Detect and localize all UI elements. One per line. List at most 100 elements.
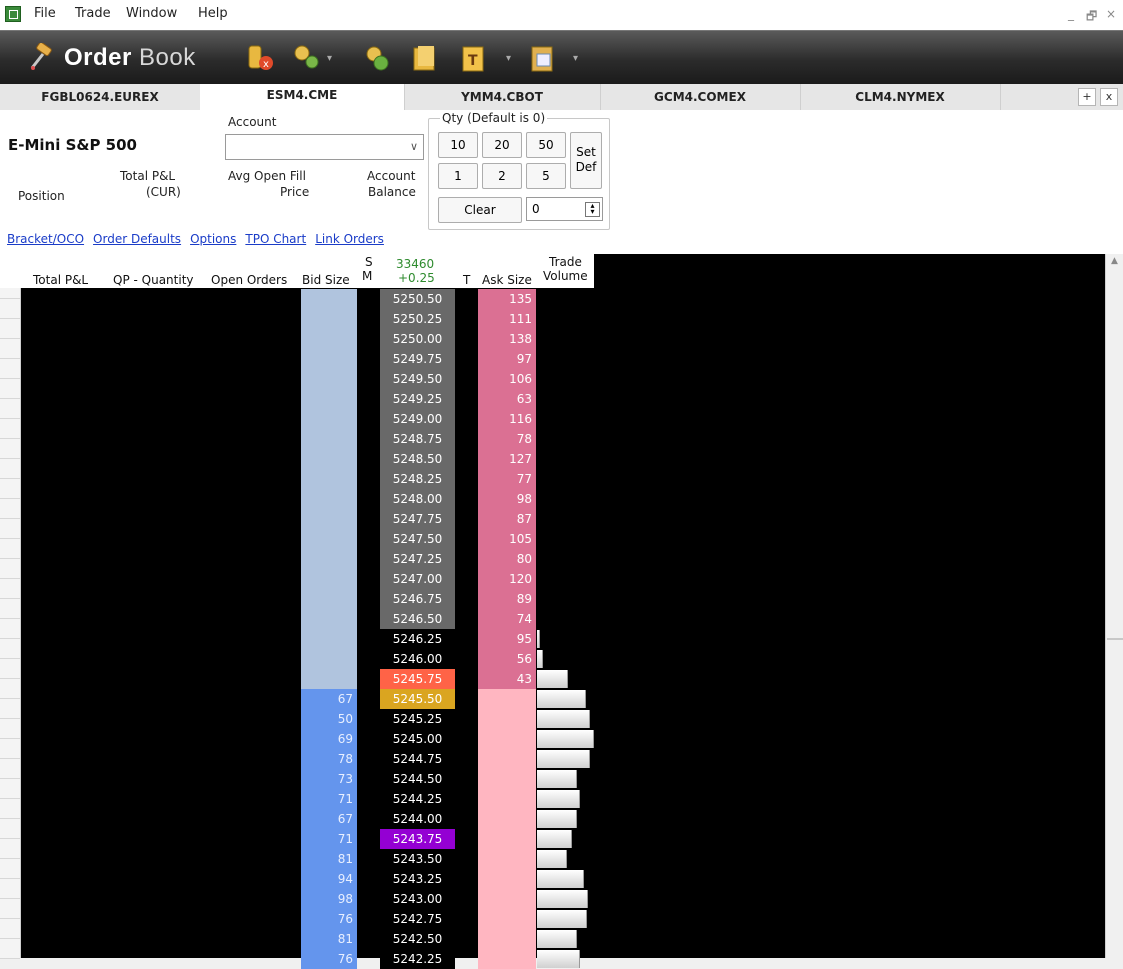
bid-size-cell[interactable]	[301, 409, 357, 429]
price-cell[interactable]: 5243.25	[380, 869, 455, 889]
price-cell[interactable]: 5249.00	[380, 409, 455, 429]
bid-size-cell[interactable]	[301, 529, 357, 549]
price-cell[interactable]: 5246.50	[380, 609, 455, 629]
bid-size-cell[interactable]: 78	[301, 749, 357, 769]
bid-size-cell[interactable]	[301, 349, 357, 369]
price-cell[interactable]: 5243.00	[380, 889, 455, 909]
order-defaults-link[interactable]: Order Defaults	[93, 232, 181, 246]
price-cell[interactable]: 5243.75	[380, 829, 455, 849]
tab-esm4-cme[interactable]: ESM4.CME	[200, 84, 405, 111]
menu-help[interactable]: Help	[198, 6, 228, 21]
ask-size-cell[interactable]: 87	[478, 509, 536, 529]
cancel-orders-icon[interactable]: x	[246, 43, 276, 73]
clipboard-dropdown-icon[interactable]: ▾	[573, 53, 578, 64]
ask-size-cell[interactable]: 111	[478, 309, 536, 329]
ask-size-cell[interactable]: 120	[478, 569, 536, 589]
ask-size-cell[interactable]	[478, 949, 536, 969]
ask-size-cell[interactable]	[478, 749, 536, 769]
ask-size-cell[interactable]	[478, 729, 536, 749]
price-cell[interactable]: 5247.50	[380, 529, 455, 549]
set-default-button[interactable]: Set Def	[570, 132, 602, 189]
ask-size-cell[interactable]	[478, 889, 536, 909]
price-cell[interactable]: 5249.25	[380, 389, 455, 409]
price-cell[interactable]: 5242.25	[380, 949, 455, 969]
ask-size-cell[interactable]	[478, 809, 536, 829]
price-cell[interactable]: 5243.50	[380, 849, 455, 869]
ask-size-cell[interactable]: 43	[478, 669, 536, 689]
price-cell[interactable]: 5247.75	[380, 509, 455, 529]
tpo-chart-link[interactable]: TPO Chart	[245, 232, 306, 246]
ask-size-cell[interactable]	[478, 929, 536, 949]
bid-size-cell[interactable]: 67	[301, 809, 357, 829]
ask-size-cell[interactable]: 63	[478, 389, 536, 409]
bid-size-cell[interactable]: 67	[301, 689, 357, 709]
price-cell[interactable]: 5242.50	[380, 929, 455, 949]
ask-size-cell[interactable]: 77	[478, 469, 536, 489]
price-cell[interactable]: 5248.00	[380, 489, 455, 509]
price-cell[interactable]: 5248.75	[380, 429, 455, 449]
bid-size-cell[interactable]: 76	[301, 909, 357, 929]
bid-size-cell[interactable]	[301, 369, 357, 389]
tab-fgbl0624-eurex[interactable]: FGBL0624.EUREX	[0, 84, 201, 110]
tab-ymm4-cbot[interactable]: YMM4.CBOT	[404, 84, 601, 110]
template-icon[interactable]: T	[458, 43, 488, 73]
ask-size-cell[interactable]: 116	[478, 409, 536, 429]
gears-dropdown-icon[interactable]: ▾	[327, 53, 332, 64]
bid-size-cell[interactable]	[301, 429, 357, 449]
price-cell[interactable]: 5242.75	[380, 909, 455, 929]
template-dropdown-icon[interactable]: ▾	[506, 53, 511, 64]
price-cell[interactable]: 5249.50	[380, 369, 455, 389]
price-cell[interactable]: 5245.00	[380, 729, 455, 749]
spinner-icon[interactable]: ▴ ▾	[585, 202, 600, 217]
close-button[interactable]: ×	[1106, 7, 1116, 21]
ask-size-cell[interactable]: 106	[478, 369, 536, 389]
qty-1-button[interactable]: 1	[438, 163, 478, 189]
ask-size-cell[interactable]	[478, 829, 536, 849]
bid-size-cell[interactable]	[301, 589, 357, 609]
ask-size-cell[interactable]: 78	[478, 429, 536, 449]
bid-size-cell[interactable]: 98	[301, 889, 357, 909]
ask-size-cell[interactable]: 74	[478, 609, 536, 629]
account-select[interactable]: ∨	[225, 134, 424, 160]
price-cell[interactable]: 5250.00	[380, 329, 455, 349]
link-orders-link[interactable]: Link Orders	[315, 232, 384, 246]
bid-size-cell[interactable]	[301, 489, 357, 509]
qty-20-button[interactable]: 20	[482, 132, 522, 158]
ask-size-cell[interactable]	[478, 869, 536, 889]
ask-size-cell[interactable]: 135	[478, 289, 536, 309]
qty-10-button[interactable]: 10	[438, 132, 478, 158]
add-tab-button[interactable]: +	[1078, 88, 1096, 106]
clipboard-icon[interactable]	[528, 43, 558, 73]
price-cell[interactable]: 5244.75	[380, 749, 455, 769]
ask-size-cell[interactable]	[478, 909, 536, 929]
bid-size-cell[interactable]: 50	[301, 709, 357, 729]
price-cell[interactable]: 5244.50	[380, 769, 455, 789]
ask-size-cell[interactable]: 138	[478, 329, 536, 349]
price-cell[interactable]: 5246.25	[380, 629, 455, 649]
scroll-thumb[interactable]	[1107, 638, 1123, 640]
price-cell[interactable]: 5248.50	[380, 449, 455, 469]
bid-size-cell[interactable]: 76	[301, 949, 357, 969]
qty-stepper[interactable]: 0 ▴ ▾	[526, 197, 603, 221]
close-tab-button[interactable]: x	[1100, 88, 1118, 106]
bid-size-cell[interactable]	[301, 649, 357, 669]
bid-size-cell[interactable]	[301, 629, 357, 649]
bid-size-cell[interactable]	[301, 329, 357, 349]
price-cell[interactable]: 5246.75	[380, 589, 455, 609]
ask-size-cell[interactable]	[478, 709, 536, 729]
bid-size-cell[interactable]	[301, 549, 357, 569]
ask-size-cell[interactable]: 105	[478, 529, 536, 549]
clear-button[interactable]: Clear	[438, 197, 522, 223]
price-cell[interactable]: 5246.00	[380, 649, 455, 669]
minimize-button[interactable]: _	[1068, 7, 1074, 21]
price-cell[interactable]: 5245.75	[380, 669, 455, 689]
bid-size-cell[interactable]: 71	[301, 789, 357, 809]
restore-button[interactable]: 🗗	[1086, 7, 1097, 28]
price-cell[interactable]: 5245.50	[380, 689, 455, 709]
bid-size-cell[interactable]	[301, 289, 357, 309]
ask-size-cell[interactable]: 127	[478, 449, 536, 469]
ask-size-cell[interactable]	[478, 789, 536, 809]
tab-clm4-nymex[interactable]: CLM4.NYMEX	[800, 84, 1001, 110]
menu-file[interactable]: File	[34, 6, 56, 21]
bid-size-cell[interactable]	[301, 309, 357, 329]
